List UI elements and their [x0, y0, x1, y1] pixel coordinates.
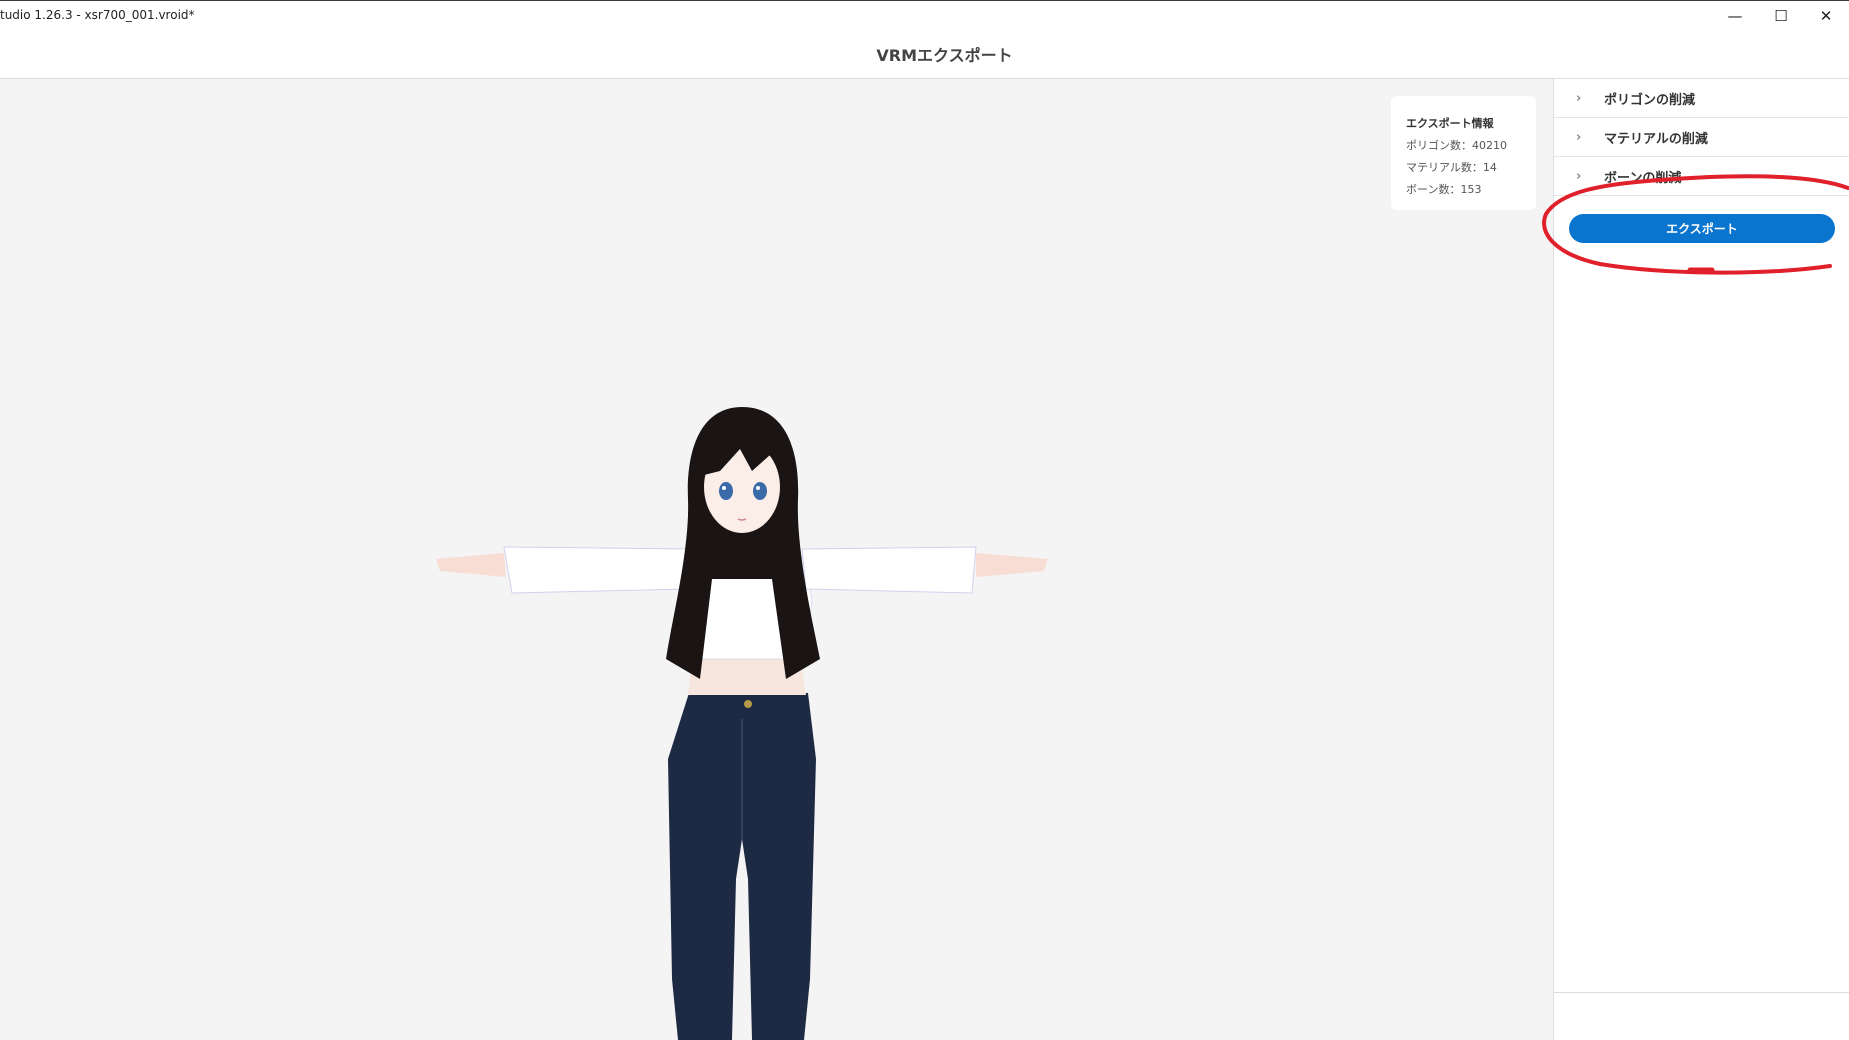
panel-divider — [1554, 992, 1849, 993]
chevron-right-icon: › — [1576, 168, 1582, 184]
avatar-model — [436, 407, 1048, 1040]
export-info-title: エクスポート情報 — [1406, 117, 1494, 130]
section-bone-reduction[interactable]: › ボーンの削減 — [1554, 157, 1849, 196]
maximize-button[interactable]: ☐ — [1758, 1, 1804, 31]
export-button[interactable]: エクスポート — [1569, 214, 1835, 243]
section-material-reduction[interactable]: › マテリアルの削減 — [1554, 118, 1849, 157]
section-label: ポリゴンの削減 — [1604, 92, 1696, 108]
chevron-right-icon: › — [1576, 129, 1582, 145]
page-header: VRMエクスポート — [0, 30, 1849, 79]
minimize-button[interactable]: — — [1712, 1, 1758, 31]
section-label: ボーンの削減 — [1604, 170, 1682, 186]
close-button[interactable]: ✕ — [1803, 1, 1849, 31]
chevron-right-icon: › — [1576, 90, 1582, 106]
window-title: tudio 1.26.3 - xsr700_001.vroid* — [0, 8, 195, 22]
page-title: VRMエクスポート — [876, 46, 1013, 65]
section-polygon-reduction[interactable]: › ポリゴンの削減 — [1554, 79, 1849, 118]
model-viewport[interactable]: エクスポート情報 ポリゴン数：40210 マテリアル数：14 ボーン数：153 — [0, 79, 1553, 1040]
window-titlebar: tudio 1.26.3 - xsr700_001.vroid* — ☐ ✕ — [0, 0, 1849, 30]
polygon-count: ポリゴン数：40210 — [1406, 139, 1507, 152]
material-count: マテリアル数：14 — [1406, 161, 1497, 174]
section-label: マテリアルの削減 — [1604, 131, 1708, 147]
export-info-card: エクスポート情報 ポリゴン数：40210 マテリアル数：14 ボーン数：153 — [1391, 96, 1536, 210]
bone-count: ボーン数：153 — [1406, 183, 1482, 196]
export-settings-panel: › ポリゴンの削減 › マテリアルの削減 › ボーンの削減 エクスポート — [1553, 79, 1849, 1040]
